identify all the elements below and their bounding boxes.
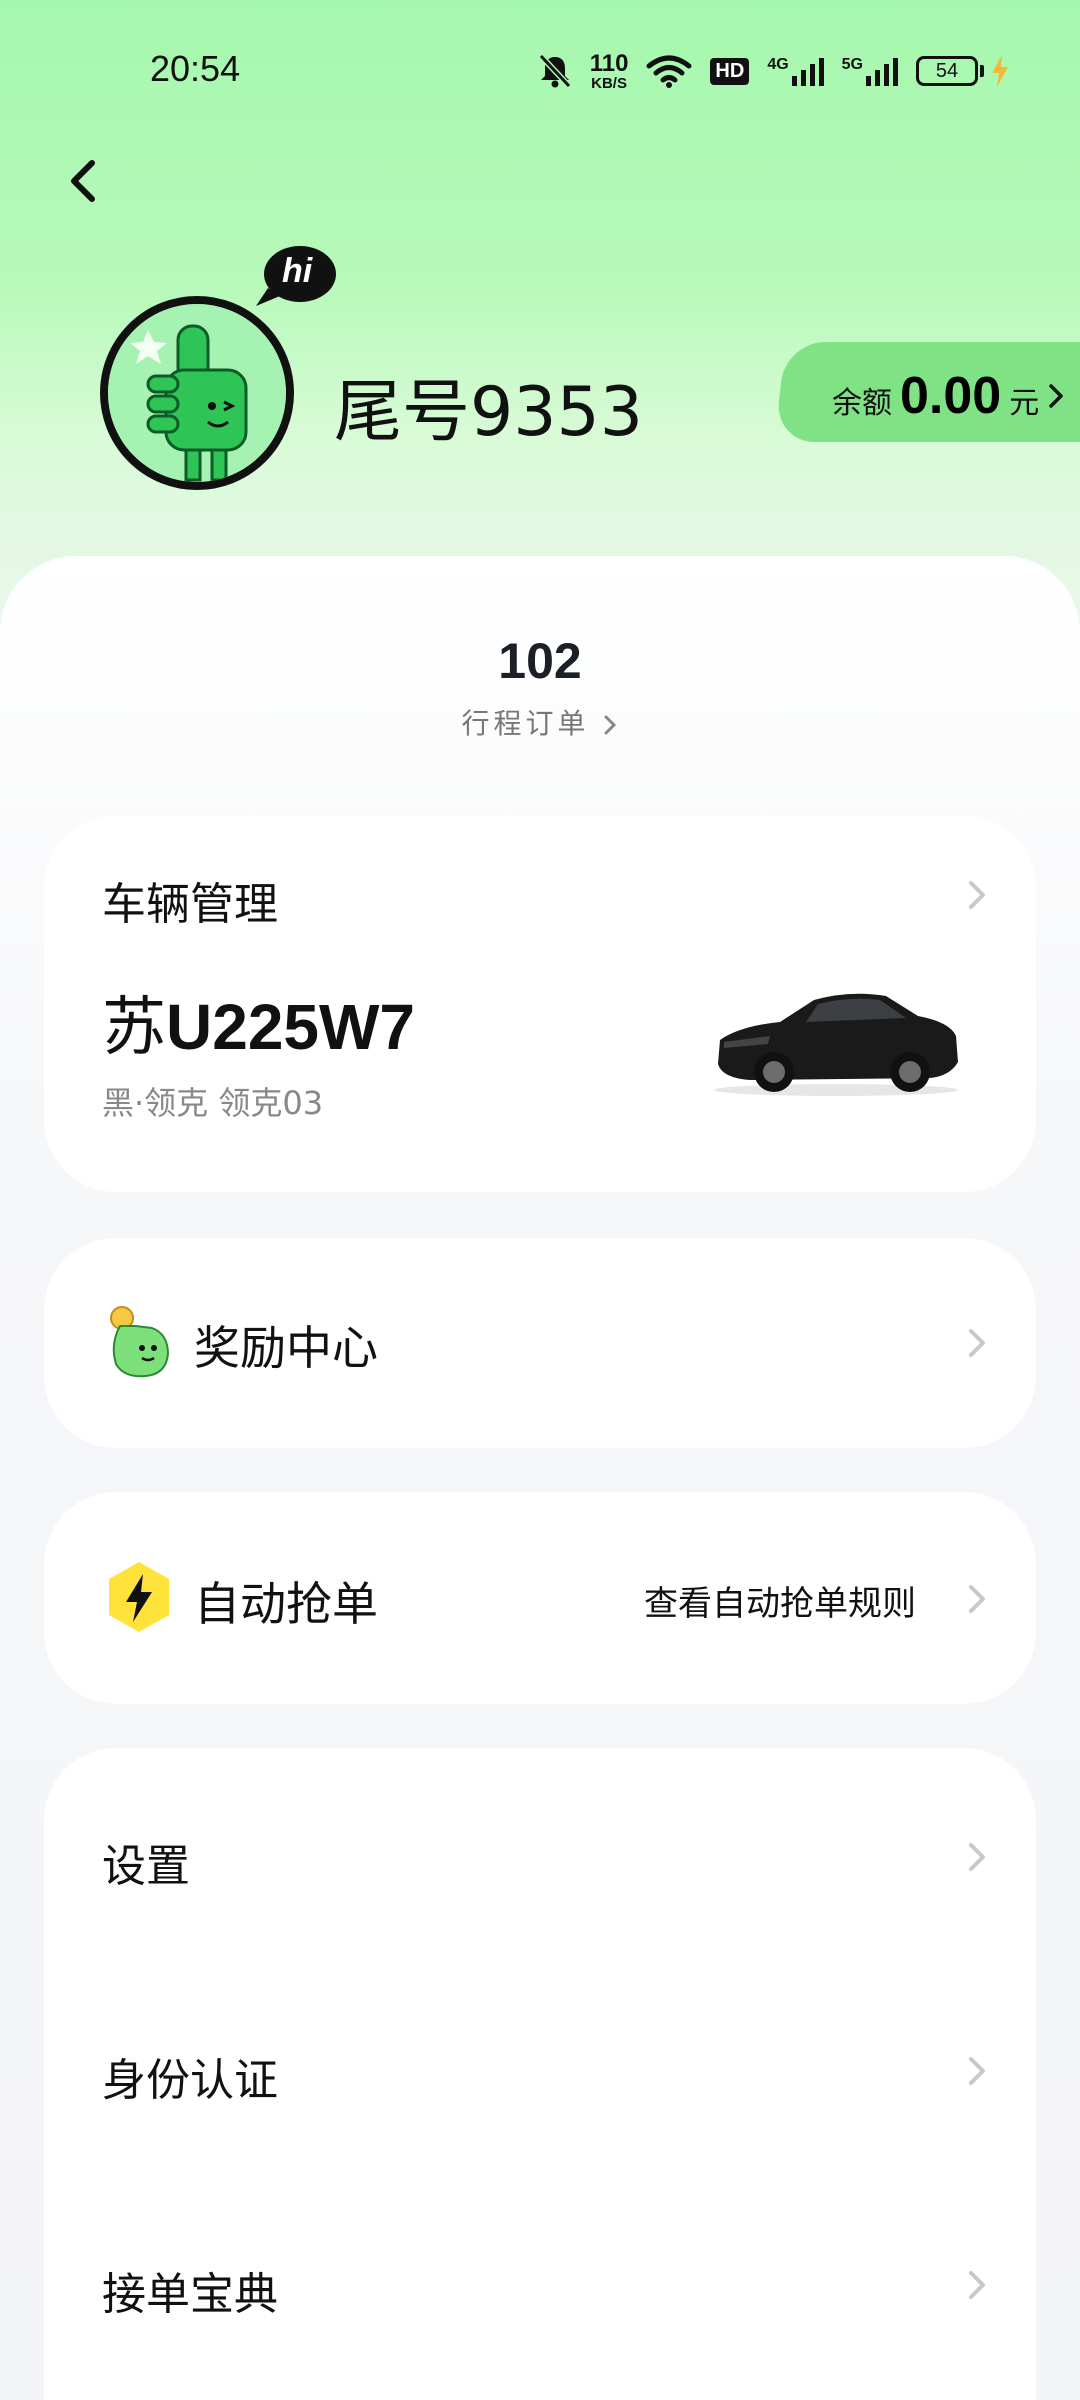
back-button[interactable] xyxy=(58,156,108,206)
avatar[interactable] xyxy=(100,296,294,490)
signal-4g-icon: 4G xyxy=(767,56,824,86)
menu-item-label: 身份认证 xyxy=(102,2055,278,2106)
balance-unit: 元 xyxy=(1009,386,1040,421)
menu-item-order-guide[interactable]: 接单宝典 xyxy=(44,2176,1036,2390)
signal-5g-icon: 5G xyxy=(842,56,898,86)
rewards-center-label: 奖励中心 xyxy=(194,1321,378,1375)
vehicle-card[interactable]: 车辆管理 苏U225W7 黑·领克 领克03 xyxy=(44,816,1036,1192)
chevron-right-icon xyxy=(1049,384,1063,408)
status-bar: 20:54 110 KB/S HD 4G 5G 54 xyxy=(0,0,1080,140)
balance-value: 0.00 xyxy=(900,367,1002,425)
menu-item-label: 设置 xyxy=(102,1841,190,1892)
battery-indicator: 54 xyxy=(916,55,1010,87)
auto-grab-label: 自动抢单 xyxy=(194,1577,378,1631)
chevron-right-icon xyxy=(964,2268,990,2299)
thumbs-up-mascot-icon xyxy=(108,304,286,482)
status-icons: 110 KB/S HD 4G 5G 54 xyxy=(538,46,1010,96)
balance-label: 余额 xyxy=(832,386,892,421)
chevron-right-icon xyxy=(964,1582,990,1613)
user-name: 尾号9353 xyxy=(334,373,644,452)
chevron-right-icon xyxy=(604,715,617,735)
chevron-right-icon xyxy=(964,1840,990,1871)
network-speed: 110 KB/S xyxy=(589,49,629,92)
auto-grab-rules-link[interactable]: 查看自动抢单规则 xyxy=(644,1576,916,1625)
menu-item-identity-verification[interactable]: 身份认证 xyxy=(44,1962,1036,2176)
chevron-right-icon xyxy=(964,1326,990,1357)
chevron-right-icon xyxy=(964,2054,990,2085)
status-time: 20:54 xyxy=(150,48,241,89)
vehicle-card-title: 车辆管理 xyxy=(102,879,278,930)
balance-button[interactable]: 余额 0.00 元 xyxy=(832,366,1065,426)
vehicle-description: 黑·领克 领克03 xyxy=(102,1084,324,1122)
chevron-right-icon xyxy=(964,878,990,909)
auto-grab-row[interactable]: 自动抢单 查看自动抢单规则 xyxy=(44,1492,1036,1704)
car-image xyxy=(710,986,962,1098)
lightning-bolt-icon xyxy=(106,1560,172,1636)
wifi-icon xyxy=(646,54,692,88)
menu-item-label: 接单宝典 xyxy=(102,2269,278,2320)
hi-speech-bubble: hi xyxy=(252,244,338,310)
menu-card: 设置 身份认证 接单宝典 xyxy=(44,1748,1036,2400)
menu-item-settings[interactable]: 设置 xyxy=(44,1748,1036,1962)
rewards-center-row[interactable]: 奖励中心 xyxy=(44,1238,1036,1448)
charging-bolt-icon xyxy=(992,55,1008,87)
bell-muted-icon xyxy=(538,53,572,89)
order-link[interactable]: 行程订单 xyxy=(0,702,1080,742)
license-plate: 苏U225W7 xyxy=(102,991,415,1065)
chevron-left-icon xyxy=(71,160,95,202)
hd-badge: HD xyxy=(710,57,750,85)
rewards-mascot-icon xyxy=(106,1304,172,1380)
order-count[interactable]: 102 xyxy=(0,632,1080,690)
